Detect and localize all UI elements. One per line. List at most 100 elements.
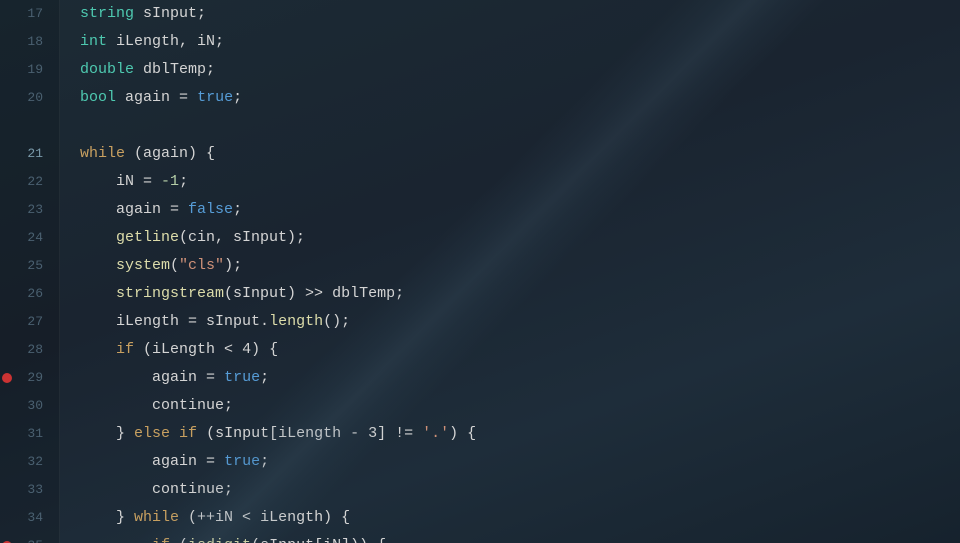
code-token: ( — [170, 252, 179, 280]
code-content-area: string sInput;int iLength, iN;double dbl… — [60, 0, 960, 543]
code-line: again = false; — [80, 196, 960, 224]
code-token — [152, 168, 161, 196]
code-token: } — [80, 504, 134, 532]
code-token: '.' — [422, 420, 449, 448]
line-number: 33 — [0, 476, 49, 504]
code-token: else — [134, 420, 170, 448]
code-line: iN = -1; — [80, 168, 960, 196]
code-token: iLength) { — [251, 504, 350, 532]
code-token — [80, 280, 116, 308]
code-token: < — [224, 336, 233, 364]
code-token: ; — [260, 364, 269, 392]
code-token: "cls" — [179, 252, 224, 280]
code-line: if (iLength < 4) { — [80, 336, 960, 364]
code-token: ; — [233, 84, 242, 112]
code-token: 4) { — [233, 336, 278, 364]
code-token: != — [395, 420, 413, 448]
code-token — [413, 420, 422, 448]
code-token: 3] — [359, 420, 395, 448]
line-number: 17 — [0, 0, 49, 28]
code-token: ) { — [449, 420, 476, 448]
breakpoint-marker[interactable] — [2, 373, 12, 383]
code-token: = — [179, 84, 188, 112]
line-number: 21▸ — [0, 140, 49, 168]
code-token: if — [116, 336, 134, 364]
code-line: getline(cin, sInput); — [80, 224, 960, 252]
code-token — [170, 420, 179, 448]
line-number: 22 — [0, 168, 49, 196]
code-token: true — [224, 448, 260, 476]
line-number: 26 — [0, 280, 49, 308]
code-token: ); — [224, 252, 242, 280]
code-line: continue; — [80, 392, 960, 420]
code-token: while — [80, 140, 125, 168]
code-token: = — [206, 448, 215, 476]
line-number: 24 — [0, 224, 49, 252]
code-token — [188, 84, 197, 112]
line-number: 25 — [0, 252, 49, 280]
line-number: 31 — [0, 420, 49, 448]
code-line: string sInput; — [80, 0, 960, 28]
code-token: iN — [80, 168, 143, 196]
code-token: isdigit — [188, 532, 251, 543]
code-token: int — [80, 28, 107, 56]
line-number: 32 — [0, 448, 49, 476]
code-line: } else if (sInput[iLength - 3] != '.') { — [80, 420, 960, 448]
code-token: again — [80, 448, 206, 476]
code-token: < — [242, 504, 251, 532]
code-token: double — [80, 56, 134, 84]
code-token: if — [179, 420, 197, 448]
code-line: if (isdigit(sInput[iN])) { — [80, 532, 960, 543]
code-token: sInput; — [134, 0, 206, 28]
code-token: (++iN — [179, 504, 242, 532]
code-token: true — [224, 364, 260, 392]
code-token: again — [80, 196, 170, 224]
code-line: again = true; — [80, 364, 960, 392]
code-token — [215, 364, 224, 392]
code-token: continue; — [80, 476, 233, 504]
code-token — [80, 336, 116, 364]
code-line: bool again = true; — [80, 84, 960, 112]
code-token: continue; — [80, 392, 233, 420]
code-token — [215, 448, 224, 476]
code-token: again — [116, 84, 179, 112]
line-number: 28 — [0, 336, 49, 364]
line-number — [0, 112, 49, 140]
code-token: sInput. — [197, 308, 269, 336]
code-line: iLength = sInput.length(); — [80, 308, 960, 336]
code-token: ; — [260, 448, 269, 476]
code-token: iLength — [80, 308, 188, 336]
code-line: continue; — [80, 476, 960, 504]
code-token: - — [350, 420, 359, 448]
code-line: system("cls"); — [80, 252, 960, 280]
code-token: true — [197, 84, 233, 112]
code-token: = — [170, 196, 179, 224]
code-token: dblTemp; — [134, 56, 215, 84]
line-number: 19 — [0, 56, 49, 84]
code-line: int iLength, iN; — [80, 28, 960, 56]
code-token — [80, 532, 152, 543]
line-number: 23 — [0, 196, 49, 224]
code-token: bool — [80, 84, 116, 112]
code-token: stringstream — [116, 280, 224, 308]
code-token: (); — [323, 308, 350, 336]
line-number: 29 — [0, 364, 49, 392]
code-token — [80, 224, 116, 252]
code-line: } while (++iN < iLength) { — [80, 504, 960, 532]
code-token: system — [116, 252, 170, 280]
line-numbers-gutter: 1718192021▸22232425262728293031323334353… — [0, 0, 60, 543]
code-token: getline — [116, 224, 179, 252]
code-token: } — [80, 420, 134, 448]
code-token: while — [134, 504, 179, 532]
editor-window: 1718192021▸22232425262728293031323334353… — [0, 0, 960, 543]
code-line — [80, 112, 960, 140]
code-token: (iLength — [134, 336, 224, 364]
line-number: 34 — [0, 504, 49, 532]
line-number: 20 — [0, 84, 49, 112]
code-token: ( — [170, 532, 188, 543]
code-line: stringstream(sInput) >> dblTemp; — [80, 280, 960, 308]
code-token: = — [143, 168, 152, 196]
line-number: 35 — [0, 532, 49, 543]
line-number: 27 — [0, 308, 49, 336]
code-line: while (again) { — [80, 140, 960, 168]
